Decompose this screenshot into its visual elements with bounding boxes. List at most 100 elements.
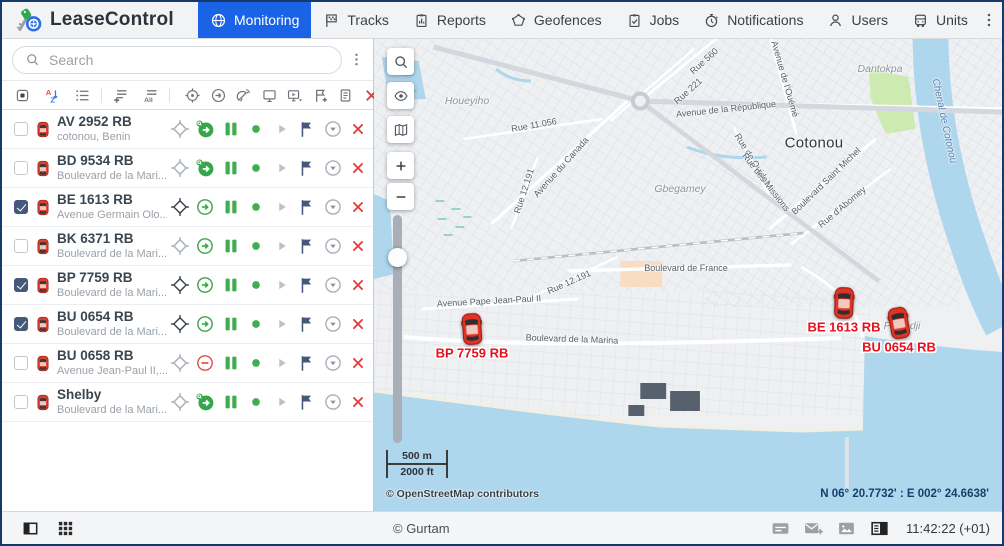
sort-az-button[interactable]: AZ xyxy=(44,87,61,104)
unit-menu-button[interactable] xyxy=(320,155,346,181)
messages-button[interactable] xyxy=(770,518,791,539)
unit-connection-state[interactable] xyxy=(218,311,244,337)
unit-data-accuracy[interactable] xyxy=(244,311,270,337)
tab-geofences[interactable]: Geofences xyxy=(498,2,614,38)
unit-checkbox[interactable] xyxy=(14,239,28,253)
unit-events-button[interactable] xyxy=(295,116,321,142)
unit-checkbox[interactable] xyxy=(14,161,28,175)
map-zoom-out-button[interactable] xyxy=(387,183,414,210)
unit-menu-button[interactable] xyxy=(320,116,346,142)
unit-quick-track-button[interactable] xyxy=(269,194,295,220)
map-layers-button[interactable] xyxy=(387,116,414,143)
unit-row[interactable]: BE 1613 RB Avenue Germain Olo... xyxy=(2,188,373,227)
unit-remove-button[interactable] xyxy=(346,272,372,298)
unit-motion-state[interactable] xyxy=(193,194,219,220)
unit-connection-state[interactable] xyxy=(218,272,244,298)
unit-menu-button[interactable] xyxy=(320,389,346,415)
unit-checkbox[interactable] xyxy=(14,122,28,136)
unit-row[interactable]: BP 7759 RB Boulevard de la Mari... xyxy=(2,266,373,305)
locate-all-button[interactable] xyxy=(180,87,206,104)
unit-data-accuracy[interactable] xyxy=(244,272,270,298)
unit-row[interactable]: AV 2952 RB cotonou, Benin xyxy=(2,110,373,149)
unit-row[interactable]: BU 0658 RB Avenue Jean-Paul II,... xyxy=(2,344,373,383)
unit-menu-button[interactable] xyxy=(320,194,346,220)
tab-jobs[interactable]: Jobs xyxy=(614,2,692,38)
unit-events-button[interactable] xyxy=(295,272,321,298)
unit-checkbox[interactable] xyxy=(14,356,28,370)
unit-motion-state[interactable] xyxy=(193,272,219,298)
unit-connection-state[interactable] xyxy=(218,389,244,415)
unit-events-button[interactable] xyxy=(295,155,321,181)
search-options-button[interactable] xyxy=(348,51,365,68)
unit-remove-button[interactable] xyxy=(346,194,372,220)
map-zoom-slider[interactable] xyxy=(393,215,402,443)
zoom-slider-handle[interactable] xyxy=(388,248,407,267)
search-input[interactable] xyxy=(47,51,329,69)
unit-events-button[interactable] xyxy=(295,311,321,337)
unit-checkbox[interactable] xyxy=(14,278,28,292)
apps-grid-button[interactable] xyxy=(56,519,75,538)
show-all-button[interactable]: All xyxy=(142,87,159,104)
tab-users[interactable]: Users xyxy=(815,2,900,38)
unit-motion-state[interactable] xyxy=(193,350,219,376)
unit-connection-state[interactable] xyxy=(218,350,244,376)
add-to-list-button[interactable] xyxy=(112,87,129,104)
unit-events-button[interactable] xyxy=(295,194,321,220)
map-attribution[interactable]: © OpenStreetMap contributors xyxy=(386,488,539,500)
unit-motion-state[interactable] xyxy=(193,233,219,259)
list-view-button[interactable] xyxy=(74,87,91,104)
unit-quick-track-button[interactable] xyxy=(269,350,295,376)
display-mode-button[interactable] xyxy=(869,518,890,539)
unit-events-button[interactable] xyxy=(295,350,321,376)
unit-locate-button[interactable] xyxy=(167,389,193,415)
tab-units[interactable]: Units xyxy=(900,2,980,38)
unit-quick-track-button[interactable] xyxy=(269,272,295,298)
unit-row[interactable]: BU 0654 RB Boulevard de la Mari... xyxy=(2,305,373,344)
map-marker-bp-7759-rb[interactable]: BP 7759 RB xyxy=(462,313,483,346)
monitoring-display-button[interactable] xyxy=(257,87,283,104)
map-marker-be-1613-rb[interactable]: BE 1613 RB xyxy=(834,287,855,320)
unit-data-accuracy[interactable] xyxy=(244,350,270,376)
media-gallery-button[interactable] xyxy=(836,518,857,539)
unit-checkbox[interactable] xyxy=(14,200,28,214)
nav-more-button[interactable] xyxy=(980,11,998,29)
unit-menu-button[interactable] xyxy=(320,350,346,376)
unit-row[interactable]: BD 9534 RB Boulevard de la Mari... xyxy=(2,149,373,188)
map-visibility-button[interactable] xyxy=(387,82,414,109)
unit-locate-button[interactable] xyxy=(167,116,193,142)
map-marker-bu-0654-rb[interactable]: BU 0654 RB xyxy=(889,307,910,340)
unit-connection-state[interactable] xyxy=(218,155,244,181)
unit-events-button[interactable] xyxy=(295,389,321,415)
unit-events-button[interactable] xyxy=(295,233,321,259)
unit-remove-button[interactable] xyxy=(346,311,372,337)
unit-connection-state[interactable] xyxy=(218,194,244,220)
map-search-button[interactable] xyxy=(387,48,414,75)
apply-list-button[interactable] xyxy=(333,87,359,104)
unit-data-accuracy[interactable] xyxy=(244,155,270,181)
unit-motion-state[interactable] xyxy=(193,116,219,142)
unit-remove-button[interactable] xyxy=(346,389,372,415)
tab-tracks[interactable]: Tracks xyxy=(311,2,400,38)
unit-locate-button[interactable] xyxy=(167,311,193,337)
unit-quick-track-button[interactable] xyxy=(269,116,295,142)
mail-send-button[interactable] xyxy=(803,518,824,539)
unit-quick-track-button[interactable] xyxy=(269,311,295,337)
unit-menu-button[interactable] xyxy=(320,272,346,298)
motion-state-column-button[interactable] xyxy=(206,87,232,104)
unit-data-accuracy[interactable] xyxy=(244,116,270,142)
unit-row[interactable]: Shelby Boulevard de la Mari... xyxy=(2,383,373,422)
tab-monitoring[interactable]: Monitoring xyxy=(198,2,311,38)
unit-checkbox[interactable] xyxy=(14,395,28,409)
unit-connection-state[interactable] xyxy=(218,116,244,142)
unit-locate-button[interactable] xyxy=(167,194,193,220)
unit-motion-state[interactable] xyxy=(193,155,219,181)
tab-reports[interactable]: Reports xyxy=(401,2,498,38)
unit-motion-state[interactable] xyxy=(193,311,219,337)
unit-data-accuracy[interactable] xyxy=(244,194,270,220)
map-zoom-in-button[interactable] xyxy=(387,152,414,179)
unit-quick-track-button[interactable] xyxy=(269,233,295,259)
search-box[interactable] xyxy=(12,46,342,74)
unit-connection-state[interactable] xyxy=(218,233,244,259)
unit-menu-button[interactable] xyxy=(320,233,346,259)
unit-remove-button[interactable] xyxy=(346,233,372,259)
